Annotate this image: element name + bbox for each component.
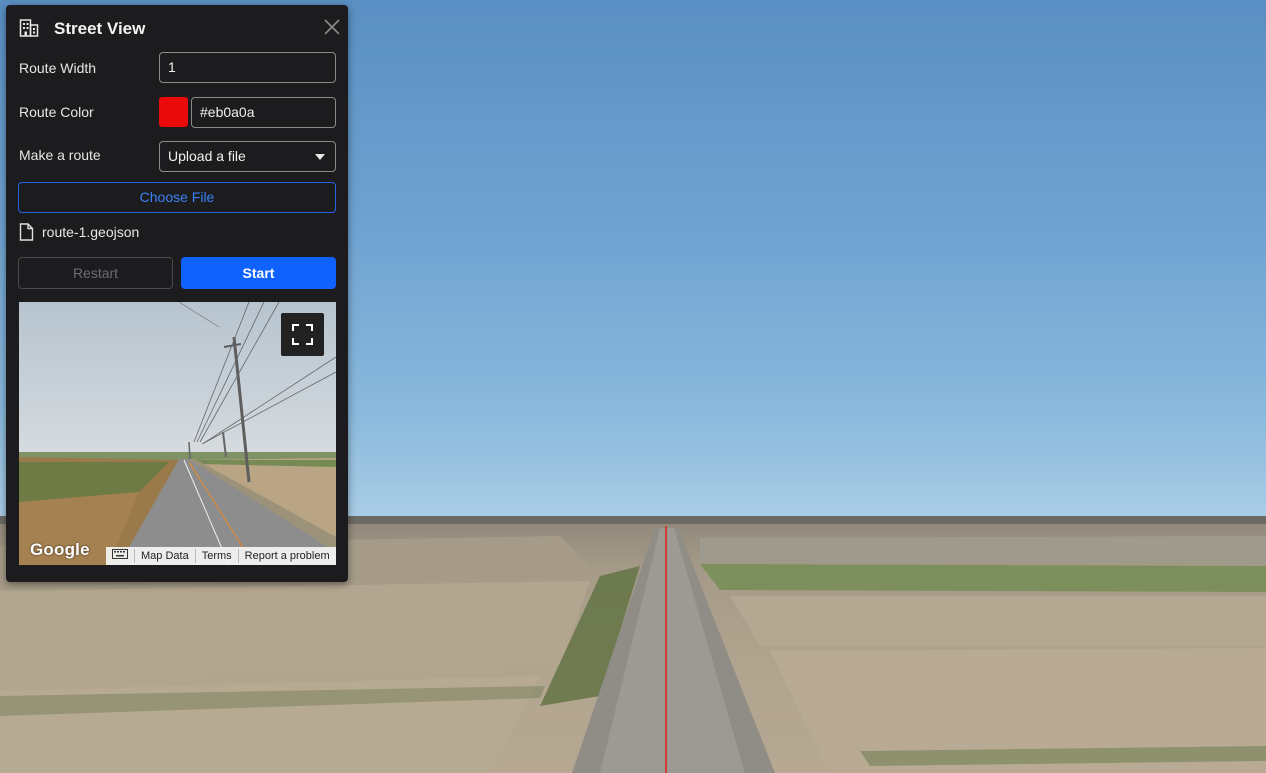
restart-button[interactable]: Restart [18,257,173,289]
route-color-swatch[interactable] [159,97,188,127]
file-icon [19,223,34,241]
building-icon [19,19,39,37]
close-icon[interactable] [323,18,341,36]
make-route-select[interactable]: Upload a file [159,141,336,172]
panel-header: Street View [6,5,348,51]
choose-file-button[interactable]: Choose File [18,182,336,213]
fullscreen-button[interactable] [281,313,324,356]
google-logo: Google [30,540,90,559]
keyboard-shortcuts-button[interactable] [106,549,134,563]
street-view-panel: Street View Route Width 1 Route Color #e… [6,5,348,582]
file-name: route-1.geojson [42,224,140,240]
report-problem-link[interactable]: Report a problem [237,549,336,563]
route-color-input[interactable]: #eb0a0a [191,97,336,128]
route-color-label: Route Color [19,104,94,120]
start-button[interactable]: Start [181,257,336,289]
terms-link[interactable]: Terms [194,549,238,563]
route-width-label: Route Width [19,60,97,76]
panel-title: Street View [54,19,146,38]
keyboard-icon [112,549,128,559]
chevron-down-icon [315,154,325,160]
street-view-preview[interactable]: Google Map Data Terms Report a problem [19,302,336,565]
map-data-link[interactable]: Map Data [134,549,195,563]
street-view-attribution-bar: Map Data Terms Report a problem [106,547,336,565]
make-route-selected: Upload a file [168,148,246,164]
route-width-input[interactable]: 1 [159,52,336,83]
fullscreen-icon [292,324,313,345]
make-route-label: Make a route [19,147,101,163]
